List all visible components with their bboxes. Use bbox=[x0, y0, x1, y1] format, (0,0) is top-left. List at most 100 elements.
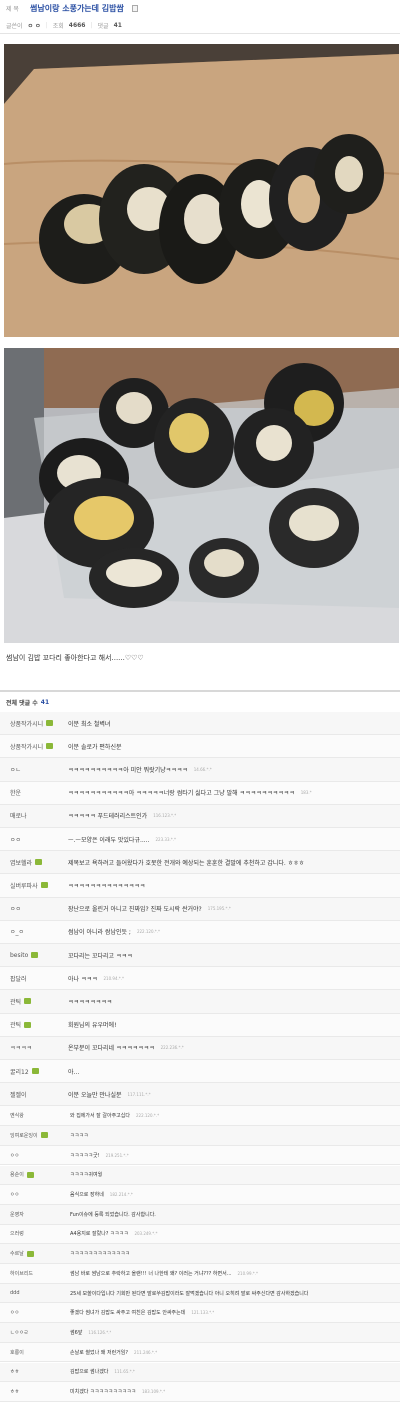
comment-nickname[interactable]: ㄴㅇㅇㄹ bbox=[0, 1329, 70, 1336]
comment-nickname-text[interactable]: 관틱 bbox=[10, 997, 21, 1006]
comment-nickname[interactable]: 으러렁 bbox=[0, 1230, 70, 1237]
member-badge-icon bbox=[35, 859, 43, 866]
comment-nickname[interactable]: ㅇㅇ bbox=[0, 904, 68, 913]
comment-nickname-text[interactable]: 용순이 bbox=[10, 1171, 24, 1178]
comment-nickname[interactable]: 젤젤이 bbox=[0, 1090, 68, 1099]
comment-nickname-text[interactable]: ddd bbox=[10, 1290, 20, 1296]
comment-nickname-text[interactable]: ㅇㅇ bbox=[10, 1191, 19, 1198]
comment-nickname-text[interactable]: 잉여로운잉이 bbox=[10, 1132, 38, 1139]
comment-row: 관틱 ㅋㅋㅋㅋㅋㅋㅋㅋ bbox=[0, 990, 400, 1014]
comment-nickname-text[interactable]: 팝달러 bbox=[10, 974, 27, 983]
comment-nickname[interactable]: 한운 bbox=[0, 788, 68, 797]
comment-nickname-text[interactable]: ㅎㅎ bbox=[10, 1368, 19, 1375]
comment-nickname[interactable]: 관틱 bbox=[0, 1020, 68, 1029]
comment-text: ㅋㅋㅋㅋㅋㅋㅋㅋ bbox=[68, 998, 113, 1006]
comment-nickname-text[interactable]: 꿀리12 bbox=[10, 1067, 29, 1076]
comment-nickname-text[interactable]: ㅇ_ㅇ bbox=[10, 927, 24, 936]
comment-text: 제목보고 욕하려고 들어왔다가 호못한 전개와 예상되는 훈훈한 결말에 추천하… bbox=[68, 859, 305, 867]
comment-nickname-text[interactable]: 옌식왕 bbox=[10, 1112, 24, 1119]
comment-nickname-text[interactable]: 수르날 bbox=[10, 1250, 24, 1257]
comment-nickname-text[interactable]: ㅎㅎ bbox=[10, 1388, 19, 1395]
comment-nickname[interactable]: 옌식왕 bbox=[0, 1112, 70, 1119]
member-badge-icon bbox=[31, 1068, 39, 1075]
comment-nickname[interactable]: 매로나 bbox=[0, 811, 68, 820]
comment-nickname-text[interactable]: 호롱이 bbox=[10, 1349, 24, 1356]
comment-ip: 183.109.*.* bbox=[142, 1389, 166, 1395]
comment-nickname-text[interactable]: 엽보헬라 bbox=[10, 858, 32, 867]
comment-nickname[interactable]: 호롱이 bbox=[0, 1349, 70, 1356]
comment-text: 25세 모쏠이다입니다 기회만 된다면 발로쑤김밥이라도 잘먹겠습니다 아니 오… bbox=[70, 1290, 309, 1297]
comment-nickname[interactable]: ㅇㅇ bbox=[0, 1309, 70, 1316]
comment-ip: 183.* bbox=[300, 790, 312, 796]
comments-count: 41 bbox=[113, 21, 122, 29]
comment-nickname-text[interactable]: 실버루파사 bbox=[10, 881, 38, 890]
comment-nickname[interactable]: ㅇ_ㅇ bbox=[0, 927, 68, 936]
comment-nickname[interactable]: 상품작가시니 bbox=[0, 742, 68, 751]
comment-nickname-text[interactable]: ㅇㅇ bbox=[10, 904, 21, 913]
comment-nickname[interactable]: 운영자 bbox=[0, 1211, 70, 1218]
comment-nickname-text[interactable]: ㅇㄴ bbox=[10, 765, 21, 774]
comment-text-wrap: ㅋㅋㅋㅋㅋ 푸드테러리스트인가 116.123.*.* bbox=[68, 811, 176, 820]
comment-nickname-text[interactable]: 젤젤이 bbox=[10, 1090, 27, 1099]
comment-nickname[interactable]: ㅇㅇ bbox=[0, 835, 68, 844]
comment-nickname-text[interactable]: 관틱 bbox=[10, 1020, 21, 1029]
comment-row: 으러렁 A4용지로 잘랐나? ㅋㅋㅋㅋ 203.249.*.* bbox=[0, 1224, 400, 1245]
comment-text: ㅋㅋㅋㅋ bbox=[70, 1132, 89, 1139]
comment-text: 썸6앞 bbox=[70, 1329, 83, 1336]
comment-ip: 117.111.*.* bbox=[127, 1091, 151, 1097]
comment-nickname-text[interactable]: 상품작가시니 bbox=[10, 742, 43, 751]
comment-row: 수르날 ㅋㅋㅋㅋㅋㅋㅋㅋㅋㅋㅋㅋㅋ bbox=[0, 1244, 400, 1264]
comment-text-wrap: ㅋㅋㅋㅋ bbox=[70, 1132, 88, 1139]
comment-text-wrap: ㅡ.ㅡ모양은 이래두 맛있다규..... 223.33.*.* bbox=[68, 835, 176, 844]
comment-nickname-text[interactable]: ㅇㅇ bbox=[10, 1152, 19, 1159]
comment-nickname[interactable]: 용순이 bbox=[0, 1171, 70, 1178]
attachment-icon[interactable] bbox=[131, 5, 138, 12]
comment-nickname-text[interactable]: besito bbox=[10, 952, 28, 959]
comment-nickname-text[interactable]: 운영자 bbox=[10, 1211, 24, 1218]
comment-nickname-text[interactable]: ㅇㅇ bbox=[10, 1309, 19, 1316]
comment-nickname[interactable]: ㅇㅇ bbox=[0, 1152, 70, 1159]
writer-name[interactable]: ㅇ ㅇ bbox=[28, 21, 41, 30]
comment-text: 좋겠다 썸녀가 김밥도 싸주고 여친은 김밥도 안싸주는데 bbox=[70, 1310, 186, 1317]
comment-ip: 211.246.*.* bbox=[134, 1349, 158, 1355]
comment-row: ㅇㅇ 좋겠다 썸녀가 김밥도 싸주고 여친은 김밥도 안싸주는데 121.133.*… bbox=[0, 1303, 400, 1324]
comment-text: 이분 오늘만 만나실분 bbox=[68, 1091, 122, 1099]
comment-nickname[interactable]: 엽보헬라 bbox=[0, 858, 68, 867]
comment-nickname[interactable]: ddd bbox=[0, 1290, 70, 1296]
comment-nickname[interactable]: 팝달러 bbox=[0, 974, 68, 983]
comment-ip: 223.33.*.* bbox=[155, 836, 177, 842]
comment-text-wrap: ㅋㅋㅋㅋㅋㅋㅋㅋㅋㅋ아 미안 뭐랏기냥ㅋㅋㅋㅋ 14.66.*.* bbox=[68, 765, 212, 774]
comment-text: 아... bbox=[68, 1068, 80, 1076]
comment-text: 썸남이 아니라 쌈남인듯 ; bbox=[68, 929, 131, 937]
comment-nickname[interactable]: 수르날 bbox=[0, 1250, 70, 1257]
comment-nickname-text[interactable]: ㄴㅇㅇㄹ bbox=[10, 1329, 28, 1336]
comment-nickname-text[interactable]: 하이브리드 bbox=[10, 1270, 33, 1277]
comment-nickname[interactable]: ㅎㅎ bbox=[0, 1368, 70, 1375]
comment-nickname[interactable]: 꿀리12 bbox=[0, 1067, 68, 1076]
comment-text-wrap: 와 집에가서 잘 갈아주고십다 222.120.*.* bbox=[70, 1112, 159, 1119]
comment-nickname-text[interactable]: ㅇㅇ bbox=[10, 835, 21, 844]
comment-nickname[interactable]: 하이브리드 bbox=[0, 1270, 70, 1277]
comment-nickname[interactable]: ㅋㅋㅋㅋ bbox=[0, 1043, 68, 1052]
comment-nickname-text[interactable]: 한운 bbox=[10, 788, 21, 797]
member-badge-icon bbox=[40, 1132, 48, 1139]
comment-nickname-text[interactable]: ㅋㅋㅋㅋ bbox=[10, 1043, 32, 1052]
comment-nickname-text[interactable]: 상품작가시니 bbox=[10, 719, 43, 728]
comment-nickname[interactable]: 상품작가시니 bbox=[0, 719, 68, 728]
comment-nickname[interactable]: 실버루파사 bbox=[0, 881, 68, 890]
comment-nickname-text[interactable]: 매로나 bbox=[10, 811, 27, 820]
comment-row: 한운 ㅋㅋㅋㅋㅋㅋㅋㅋㅋㅋㅋ아 ㅋㅋㅋㅋㅋ너랑 썸타기 싫다고 그냥 말해 ㅋㅋㅋ… bbox=[0, 781, 400, 805]
comment-nickname[interactable]: ㅎㅎ bbox=[0, 1388, 70, 1395]
comment-nickname-text[interactable]: 으러렁 bbox=[10, 1230, 24, 1237]
comment-row: 상품작가시니 이분 솔로가 편하신분 bbox=[0, 735, 400, 759]
post-title[interactable]: 썸남이랑 소풍가는데 김밥쌈 bbox=[30, 3, 124, 14]
comment-row: 용순이 ㅋㅋㅋㅋ귀여웡 bbox=[0, 1165, 400, 1186]
comment-nickname[interactable]: besito bbox=[0, 952, 68, 959]
member-badge-icon bbox=[24, 998, 32, 1005]
comment-ip: 116.126.*.* bbox=[88, 1329, 112, 1335]
comment-nickname[interactable]: ㅇㅇ bbox=[0, 1191, 70, 1198]
comment-text: 이분 최소 철벽녀 bbox=[68, 720, 111, 728]
comment-nickname[interactable]: 관틱 bbox=[0, 997, 68, 1006]
comment-nickname[interactable]: 잉여로운잉이 bbox=[0, 1132, 70, 1139]
comment-nickname[interactable]: ㅇㄴ bbox=[0, 765, 68, 774]
